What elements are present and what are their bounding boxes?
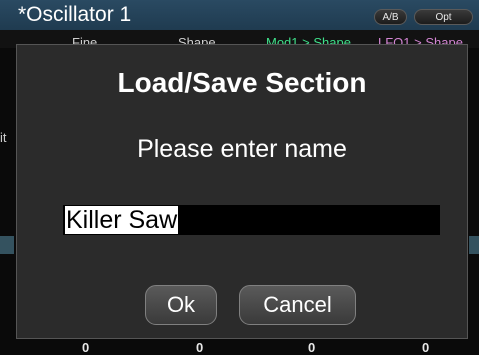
name-input[interactable]: Killer Saw	[63, 205, 440, 235]
cancel-button[interactable]: Cancel	[239, 285, 356, 325]
opt-button[interactable]: Opt	[414, 9, 473, 25]
load-save-dialog: Load/Save Section Please enter name Kill…	[16, 44, 468, 339]
dialog-prompt: Please enter name	[137, 135, 347, 163]
window-header: *Oscillator 1 A/B Opt	[0, 0, 479, 31]
dialog-title: Load/Save Section	[117, 67, 367, 98]
background-text-fragment: it	[0, 130, 7, 145]
background-bar-left	[0, 236, 14, 254]
background-bar-right	[469, 236, 479, 254]
name-input-value: Killer Saw	[65, 206, 179, 234]
ab-button[interactable]: A/B	[374, 9, 407, 25]
ok-button[interactable]: Ok	[145, 285, 217, 325]
page-title: *Oscillator 1	[18, 3, 132, 26]
